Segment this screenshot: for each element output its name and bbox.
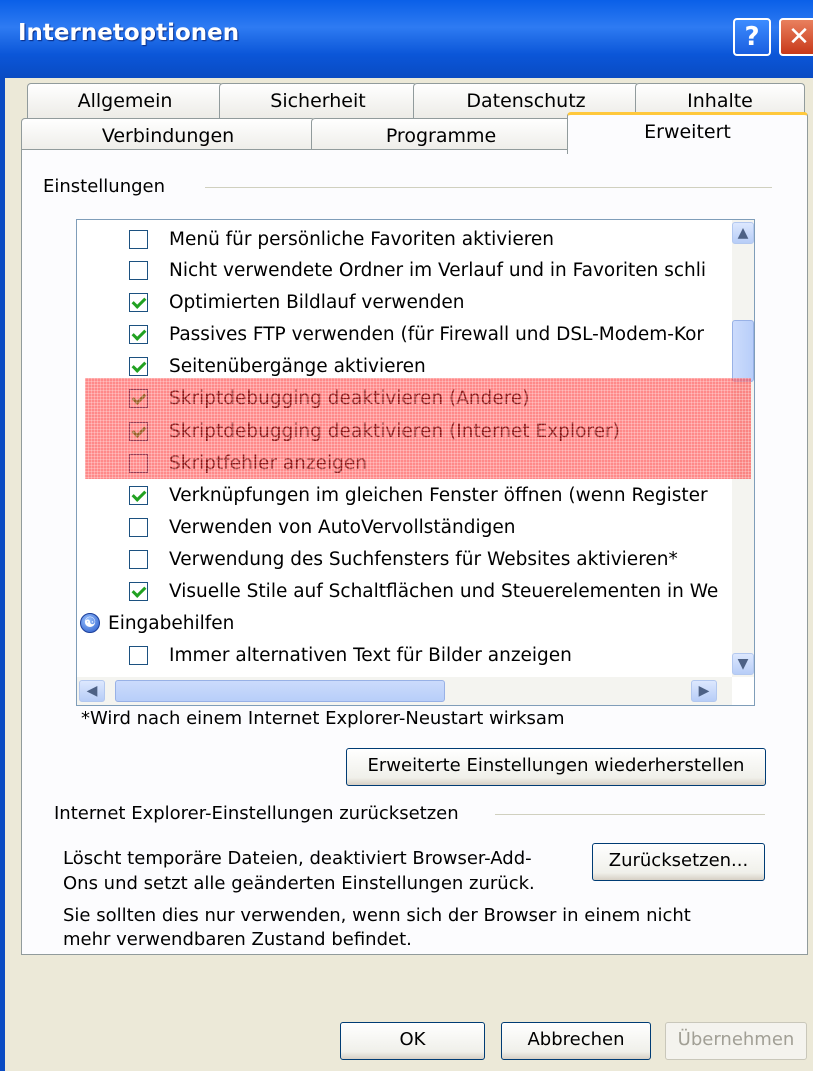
cancel-button[interactable]: Abbrechen	[501, 1022, 651, 1060]
vertical-scroll-thumb[interactable]	[732, 320, 754, 382]
settings-group-label: Einstellungen	[43, 176, 174, 197]
tab-sicherheit[interactable]: Sicherheit	[219, 83, 417, 119]
checkbox[interactable]	[129, 422, 148, 441]
checkbox[interactable]	[129, 357, 148, 376]
horizontal-scrollbar[interactable]: ◀ ▶	[77, 677, 732, 705]
chevron-left-icon: ◀	[86, 683, 98, 699]
checkbox[interactable]	[129, 230, 148, 249]
list-item[interactable]: Passives FTP verwenden (für Firewall und…	[77, 319, 717, 350]
ok-button[interactable]: OK	[340, 1022, 485, 1060]
vertical-scrollbar[interactable]: ▲ ▼	[732, 220, 754, 677]
reset-warning-1: Sie sollten dies nur verwenden, wenn sic…	[63, 905, 691, 926]
scroll-down-button[interactable]: ▼	[732, 653, 754, 675]
list-item[interactable]: Verknüpfungen im gleichen Fenster öffnen…	[77, 480, 717, 511]
list-item[interactable]: Verwendung des Suchfensters für Websites…	[77, 544, 717, 575]
list-item[interactable]: Menü für persönliche Favoriten aktiviere…	[77, 224, 717, 255]
help-button[interactable]: ?	[733, 18, 771, 56]
chevron-down-icon: ▼	[737, 656, 749, 672]
checkbox[interactable]	[129, 582, 148, 601]
restore-advanced-settings-button[interactable]: Erweiterte Einstellungen wiederherstelle…	[346, 748, 766, 786]
list-item[interactable]: Nicht verwendete Ordner im Verlauf und i…	[77, 255, 717, 286]
checkbox[interactable]	[129, 293, 148, 312]
checkbox[interactable]	[129, 486, 148, 505]
list-item[interactable]: Immer alternativen Text für Bilder anzei…	[77, 640, 717, 671]
checkbox[interactable]	[129, 454, 148, 473]
restart-note: *Wird nach einem Internet Explorer-Neust…	[81, 708, 565, 729]
checkbox[interactable]	[129, 261, 148, 280]
horizontal-scroll-thumb[interactable]	[115, 680, 445, 702]
checkbox[interactable]	[129, 518, 148, 537]
accessibility-icon: ☯	[80, 613, 100, 633]
apply-button[interactable]: Übernehmen	[665, 1022, 807, 1060]
tab-erweitert[interactable]: Erweitert	[567, 112, 808, 154]
reset-button[interactable]: Zurücksetzen...	[592, 843, 765, 881]
scroll-up-button[interactable]: ▲	[732, 222, 754, 244]
checkbox[interactable]	[129, 325, 148, 344]
list-item[interactable]: Seitenübergänge aktivieren	[77, 351, 717, 382]
reset-group-label: Internet Explorer-Einstellungen zurückse…	[54, 803, 467, 824]
reset-description-2: Ons und setzt alle geänderten Einstellun…	[63, 873, 535, 894]
chevron-right-icon: ▶	[698, 683, 710, 699]
scroll-right-button[interactable]: ▶	[691, 680, 717, 702]
reset-warning-2: mehr verwendbaren Zustand befindet.	[63, 929, 412, 950]
close-button[interactable]: ✕	[779, 18, 813, 56]
list-item[interactable]: Skriptdebugging deaktivieren (Internet E…	[77, 416, 717, 447]
title-bar[interactable]: Internetoptionen ? ✕	[0, 0, 813, 78]
list-item[interactable]: Verwenden von AutoVervollständigen	[77, 512, 717, 543]
reset-group-line	[495, 814, 765, 815]
window-title: Internetoptionen	[18, 20, 240, 46]
list-group-header[interactable]: ☯ Eingabehilfen	[77, 608, 717, 639]
reset-description-1: Löscht temporäre Dateien, deaktiviert Br…	[63, 848, 532, 869]
checkbox[interactable]	[129, 550, 148, 569]
checkbox[interactable]	[129, 389, 148, 408]
list-item[interactable]: Visuelle Stile auf Schaltflächen und Ste…	[77, 576, 718, 607]
scroll-left-button[interactable]: ◀	[79, 680, 105, 702]
list-item[interactable]: Skriptdebugging deaktivieren (Andere)	[77, 383, 717, 414]
tab-allgemein[interactable]: Allgemein	[27, 83, 223, 119]
settings-group-line	[205, 187, 772, 188]
checkbox[interactable]	[129, 646, 148, 665]
list-item[interactable]: Optimierten Bildlauf verwenden	[77, 287, 717, 318]
chevron-up-icon: ▲	[737, 225, 749, 241]
list-item[interactable]: Skriptfehler anzeigen	[77, 448, 717, 479]
settings-list[interactable]: Menü für persönliche Favoriten aktiviere…	[76, 219, 755, 706]
